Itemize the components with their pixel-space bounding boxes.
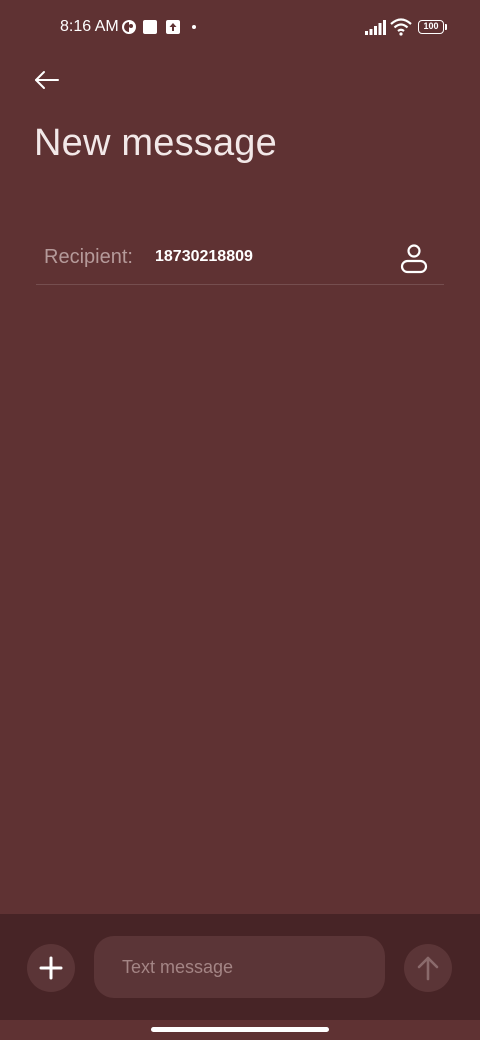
home-indicator[interactable] xyxy=(151,1027,329,1032)
arrow-left-icon xyxy=(35,71,59,89)
wifi-icon xyxy=(390,18,412,36)
compose-bar xyxy=(0,914,480,1020)
battery-level: 100 xyxy=(423,21,439,31)
battery-tip xyxy=(445,24,447,30)
back-button[interactable] xyxy=(28,62,64,98)
contact-picker-button[interactable] xyxy=(398,240,430,276)
signal-icon xyxy=(365,20,386,35)
add-attachment-button[interactable] xyxy=(27,944,75,992)
plus-icon xyxy=(39,956,63,980)
person-icon xyxy=(400,244,428,274)
recipient-input[interactable]: 18730218809 xyxy=(155,248,253,266)
status-bar: 8:16 AM 100 xyxy=(0,0,480,56)
battery-icon: 100 xyxy=(418,20,444,34)
notification-dot xyxy=(192,25,196,29)
recipient-row: Recipient: 18730218809 xyxy=(36,232,444,285)
recipient-label: Recipient: xyxy=(44,246,133,268)
upload-icon xyxy=(166,20,180,34)
page-title: New message xyxy=(34,122,277,164)
status-time: 8:16 AM xyxy=(60,18,119,35)
arrow-up-icon xyxy=(417,956,439,981)
message-input[interactable] xyxy=(94,936,385,998)
vpn-icon xyxy=(122,20,136,34)
send-button[interactable] xyxy=(404,944,452,992)
square-notification-icon xyxy=(143,20,157,34)
